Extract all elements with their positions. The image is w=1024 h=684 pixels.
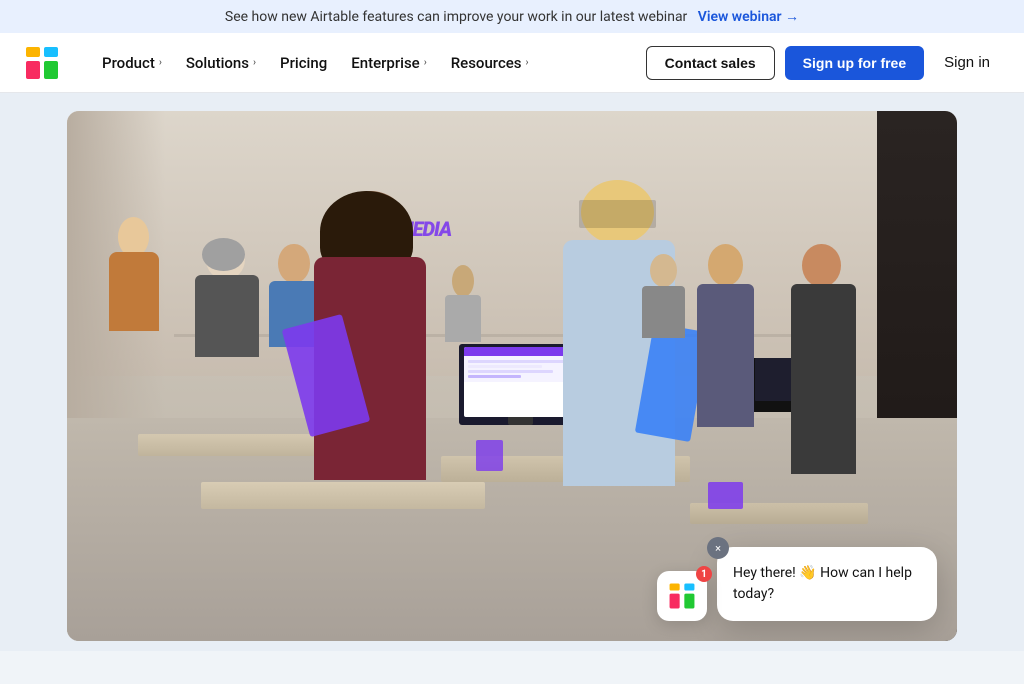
- person-1: [103, 217, 165, 376]
- person-far-right: [788, 244, 859, 536]
- nav-solutions[interactable]: Solutions ›: [176, 46, 266, 80]
- person-bg-top: [637, 254, 690, 349]
- purple-item-desk: [476, 440, 503, 472]
- signin-button[interactable]: Sign in: [934, 46, 1000, 79]
- banner-link[interactable]: View webinar →: [698, 9, 799, 25]
- navbar: Product › Solutions › Pricing Enterprise…: [0, 33, 1024, 93]
- person-main: [307, 191, 432, 562]
- nav-links: Product › Solutions › Pricing Enterprise…: [92, 46, 646, 80]
- nav-resources[interactable]: Resources ›: [441, 46, 539, 80]
- hero-image: BMC MEDIA: [67, 111, 957, 641]
- signup-button[interactable]: Sign up for free: [785, 46, 924, 80]
- airtable-fab-button[interactable]: 1: [657, 571, 707, 621]
- nav-pricing[interactable]: Pricing: [270, 46, 337, 80]
- person-bg-center: [441, 265, 486, 350]
- nav-product[interactable]: Product ›: [92, 46, 172, 80]
- office-scene: BMC MEDIA: [67, 111, 957, 641]
- chat-widget: × Hey there! 👋 How can I help today?: [717, 547, 937, 621]
- airtable-logo-icon: [24, 45, 60, 81]
- person-right-main: [557, 180, 682, 578]
- purple-item-desk-2: [708, 482, 744, 509]
- enterprise-chevron-icon: ›: [424, 57, 427, 68]
- logo[interactable]: [24, 45, 60, 81]
- chat-message: Hey there! 👋 How can I help today?: [733, 563, 921, 605]
- fab-badge: 1: [696, 566, 712, 582]
- nav-actions: Contact sales Sign up for free Sign in: [646, 46, 1000, 80]
- resources-chevron-icon: ›: [526, 57, 529, 68]
- banner-text: See how new Airtable features can improv…: [225, 9, 687, 25]
- nav-enterprise[interactable]: Enterprise ›: [341, 46, 436, 80]
- top-banner: See how new Airtable features can improv…: [0, 0, 1024, 33]
- chat-close-button[interactable]: ×: [707, 537, 729, 559]
- person-bg-right: [690, 244, 761, 483]
- solutions-chevron-icon: ›: [253, 57, 256, 68]
- product-chevron-icon: ›: [159, 57, 162, 68]
- contact-sales-button[interactable]: Contact sales: [646, 46, 775, 80]
- airtable-fab-icon: [668, 582, 696, 610]
- person-2: [192, 238, 263, 386]
